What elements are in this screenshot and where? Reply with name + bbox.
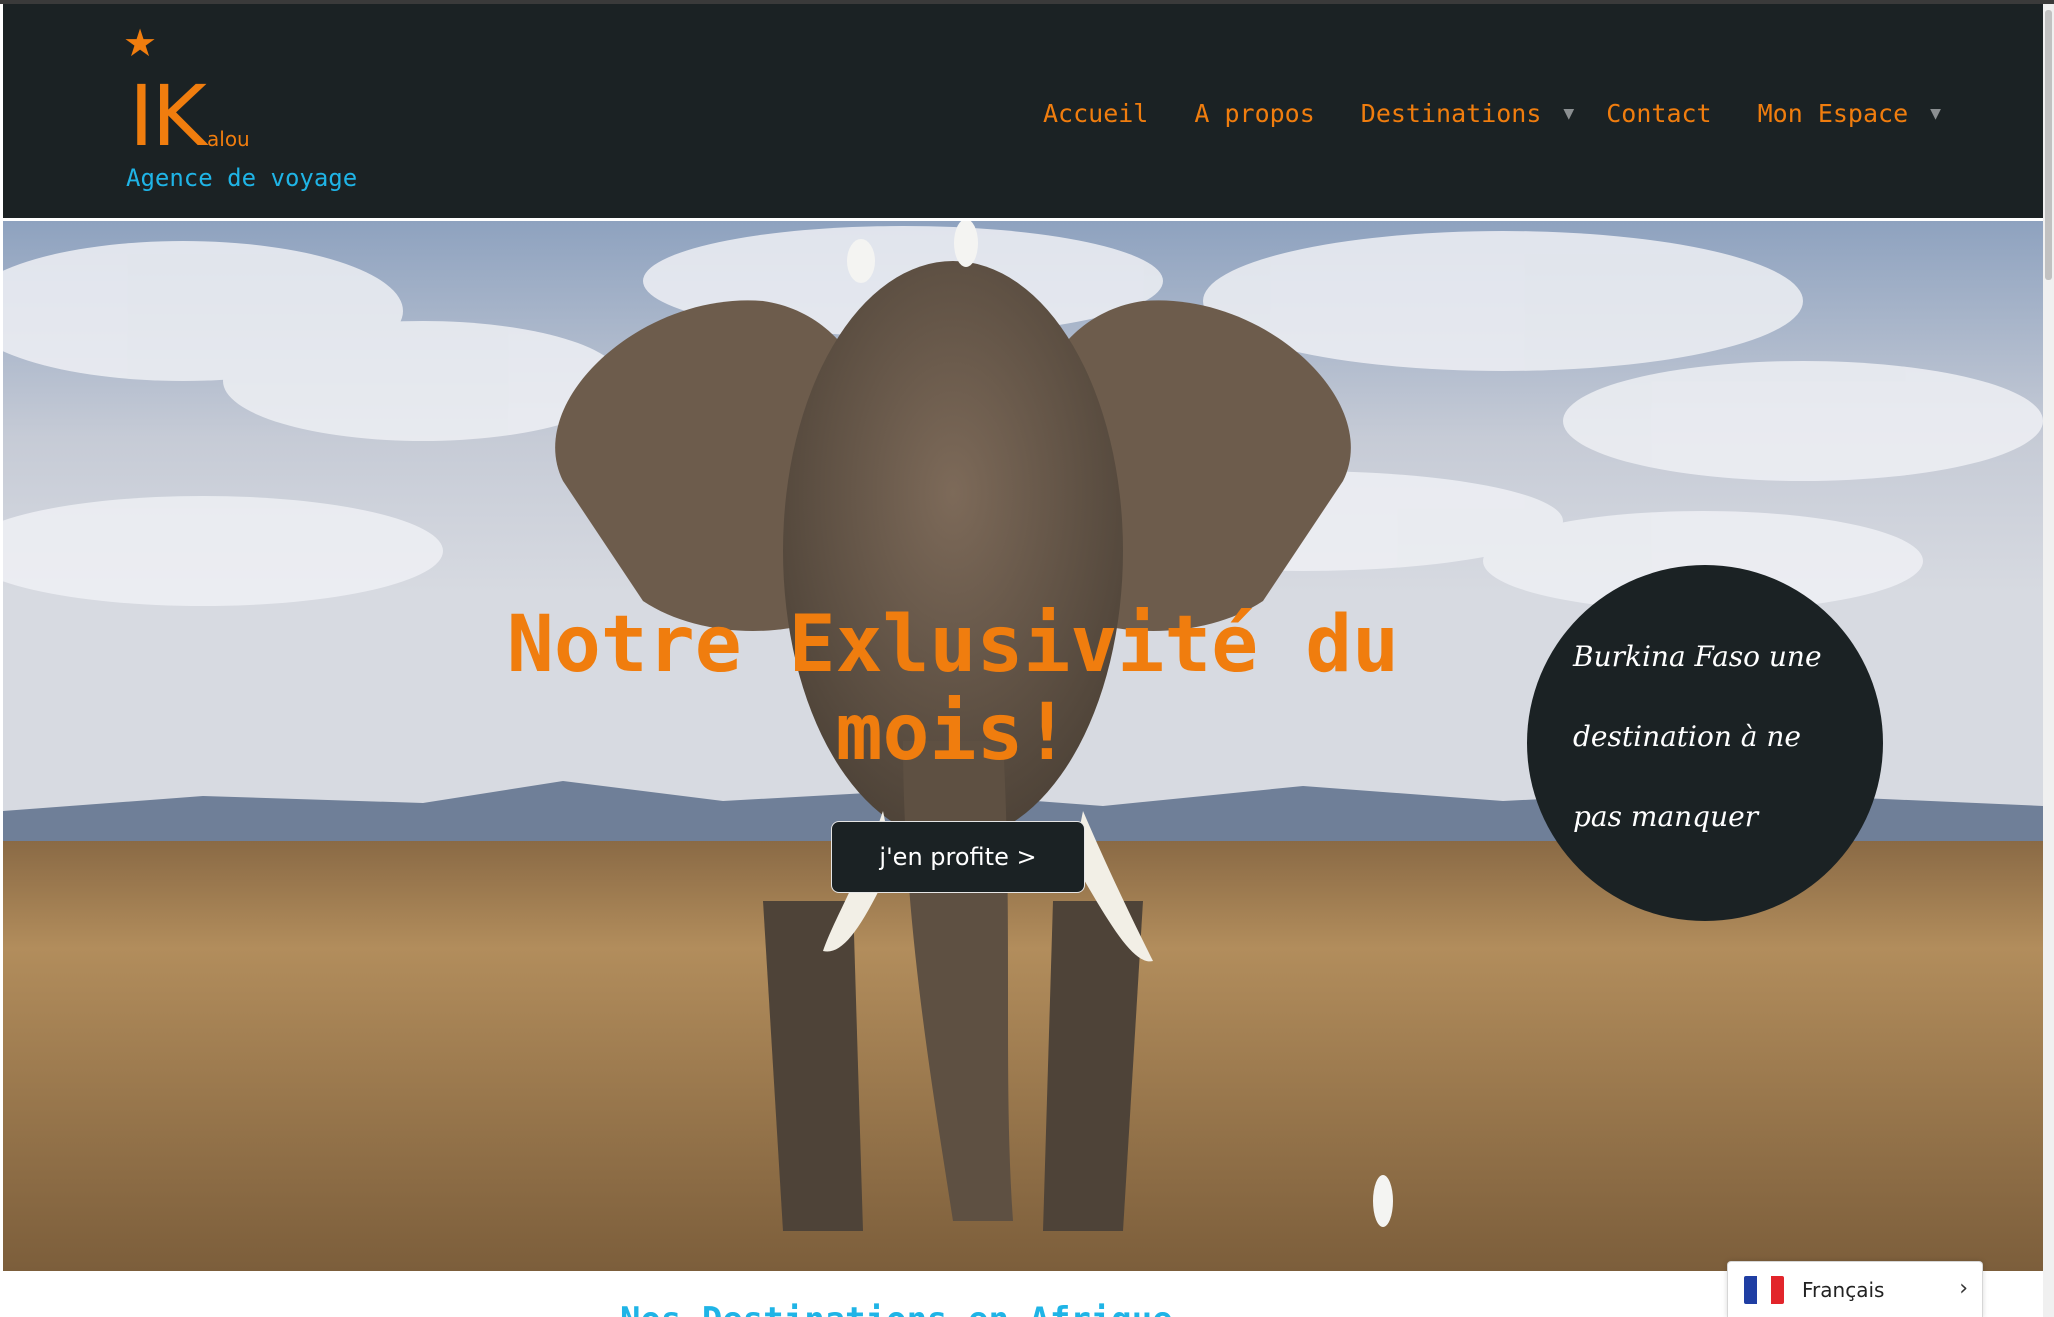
nav-item-contact[interactable]: Contact [1606, 94, 1711, 134]
france-flag-icon [1744, 1276, 1784, 1304]
nav-item-mon-espace[interactable]: Mon Espace ▼ [1757, 94, 1941, 134]
promo-text: Burkina Faso une destination à ne pas ma… [1573, 640, 1822, 833]
nav-item-accueil[interactable]: Accueil [1043, 94, 1148, 134]
dropdown-caret-icon: ▼ [1930, 103, 1941, 124]
star-icon: ★ [123, 21, 158, 65]
hero-title: Notre Exlusivité du mois! [506, 600, 1400, 778]
flag-stripe-white [1757, 1276, 1771, 1304]
logo-initials: IK [129, 67, 207, 165]
nav-item-label: Mon Espace [1757, 99, 1909, 128]
flag-stripe-red [1770, 1276, 1784, 1304]
nav-item-destinations[interactable]: Destinations ▼ [1360, 94, 1574, 134]
cta-button[interactable]: j'en profite > [831, 821, 1085, 893]
chevron-right-icon: › [1959, 1276, 1968, 1301]
nav-item-label: Contact [1606, 99, 1712, 128]
main-nav: Accueil A propos Destinations ▼ Contact … [1043, 94, 1973, 134]
promo-circle[interactable]: Burkina Faso une destination à ne pas ma… [1527, 565, 1883, 921]
nav-item-label: Accueil [1043, 99, 1149, 128]
scrollbar-thumb[interactable] [2045, 10, 2052, 280]
scrollbar[interactable] [2043, 4, 2054, 1317]
dropdown-caret-icon: ▼ [1563, 103, 1575, 124]
language-label: Français [1802, 1278, 1885, 1302]
site-logo[interactable]: ★ IK alou Agence de voyage [123, 24, 383, 204]
hero-banner: Notre Exlusivité du mois! j'en profite >… [3, 221, 2043, 1271]
language-selector[interactable]: Français › [1727, 1261, 1983, 1317]
site-header: ★ IK alou Agence de voyage Accueil A pro… [3, 4, 2043, 218]
flag-stripe-blue [1744, 1276, 1758, 1304]
page: ★ IK alou Agence de voyage Accueil A pro… [0, 0, 2054, 1317]
nav-item-label: Destinations [1360, 99, 1542, 128]
logo-suffix: alou [207, 127, 250, 151]
nav-item-a-propos[interactable]: A propos [1194, 94, 1314, 134]
next-section-heading: Nos Destinations en Afrique [620, 1300, 1173, 1317]
nav-item-label: A propos [1194, 99, 1315, 128]
logo-tagline: Agence de voyage [126, 164, 358, 192]
